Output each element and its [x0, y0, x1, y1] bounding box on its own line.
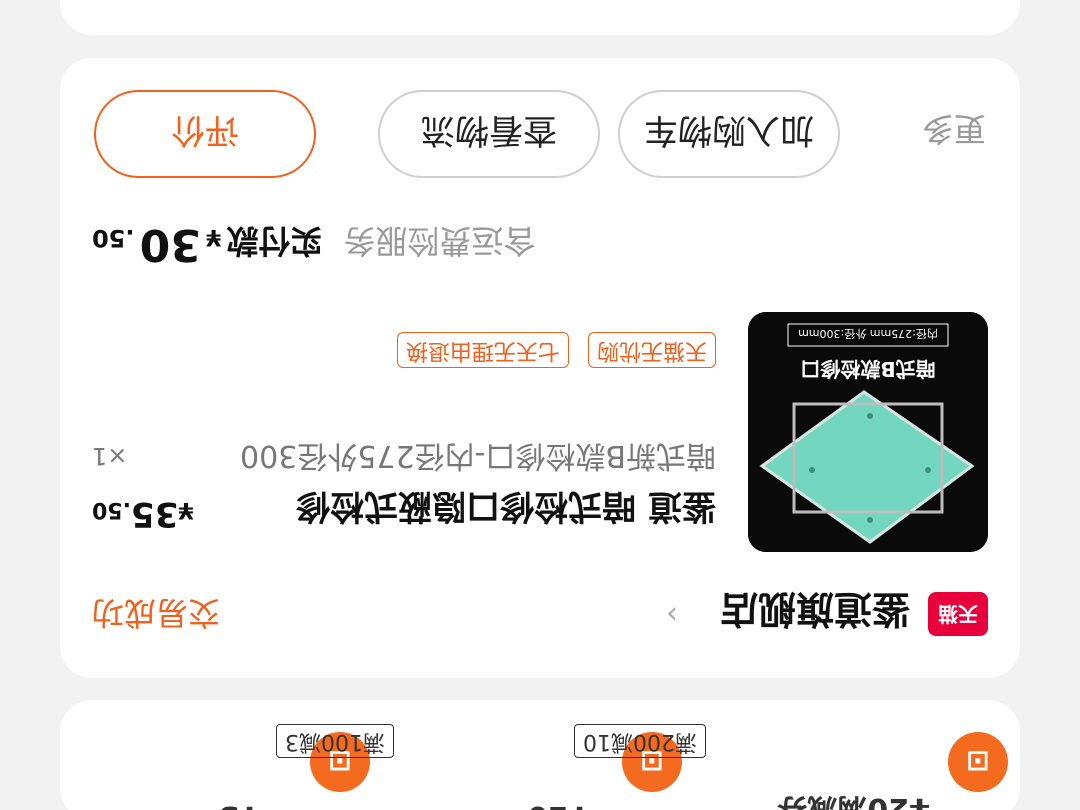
review-button[interactable]: 评价: [94, 90, 316, 178]
product-image-sublabel: 内径:275mm 外径:300mm: [798, 327, 938, 341]
product-image[interactable]: 暗式B款检修口 内径:275mm 外径:300mm: [748, 312, 988, 552]
price-symbol: ¥: [178, 497, 194, 522]
price-decimal: .50: [92, 497, 131, 522]
product-title[interactable]: 鉴道 暗式检修口隐蔽式检修…: [296, 485, 716, 534]
coupon-amount: ¥3: [218, 799, 260, 810]
coupon-icon: ⊡: [948, 732, 1008, 792]
coupon-card: ⊡ ¥20满减券 ⊡ ¥10 满200减10 ⊡ ¥3 满100减3: [60, 700, 1020, 810]
coupon-amount: ¥20满减券: [777, 791, 930, 810]
price-integer: 35: [130, 494, 179, 534]
shop-name[interactable]: 鉴道旗舰店: [720, 585, 910, 640]
chevron-right-icon[interactable]: ›: [666, 597, 678, 632]
coupon-amount: ¥10: [527, 799, 590, 810]
coupon-item[interactable]: ⊡ ¥3 满100减3: [60, 700, 394, 810]
coupon-item[interactable]: ⊡ ¥10 满200减10: [380, 700, 706, 810]
previous-card: [60, 0, 1020, 35]
payment-summary: 含运费险服务 实付款 ¥ 30 .50: [92, 210, 535, 270]
paid-label: 实付款: [226, 222, 323, 260]
coupon-threshold: 满100减3: [276, 724, 394, 758]
shop-header[interactable]: 天猫 鉴道旗舰店 › 交易成功: [92, 584, 988, 644]
service-tags: 天猫无忧购 七天无理由退换: [383, 328, 716, 368]
product-spec: 暗式新B款检修口-内径275外径300: [240, 438, 716, 473]
more-link[interactable]: 更多: [922, 108, 986, 154]
product-image-label: 暗式B款检修口: [800, 357, 935, 381]
product-photo: 暗式B款检修口 内径:275mm 外径:300mm: [748, 312, 988, 552]
shipping-insurance-note: 含运费险服务: [343, 222, 536, 260]
coupon-item[interactable]: ⊡ ¥20满减券: [700, 700, 1020, 810]
service-tag: 天猫无忧购: [587, 332, 716, 368]
tmall-badge: 天猫: [928, 592, 988, 636]
add-to-cart-button[interactable]: 加入购物车: [618, 90, 840, 178]
paid-symbol: ¥: [205, 224, 222, 249]
service-tag: 七天无理由退换: [396, 332, 569, 368]
order-detail-screen: ⊡ ¥20满减券 ⊡ ¥10 满200减10 ⊡ ¥3 满100减3 天猫 鉴道…: [0, 0, 1080, 810]
paid-decimal: .50: [92, 224, 135, 252]
paid-amount: 30: [139, 219, 201, 270]
order-status: 交易成功: [92, 594, 221, 632]
coupon-threshold: 满200减10: [574, 724, 706, 758]
view-logistics-button[interactable]: 查看物流: [378, 90, 600, 178]
order-card: 天猫 鉴道旗舰店 › 交易成功 暗式B款检修口 内径:275mm 外径:300m…: [60, 58, 1020, 678]
product-quantity: ×1: [92, 442, 128, 470]
order-actions: 更多 加入购物车 查看物流 评价: [60, 86, 1020, 178]
product-price: ¥35.50: [92, 494, 194, 534]
